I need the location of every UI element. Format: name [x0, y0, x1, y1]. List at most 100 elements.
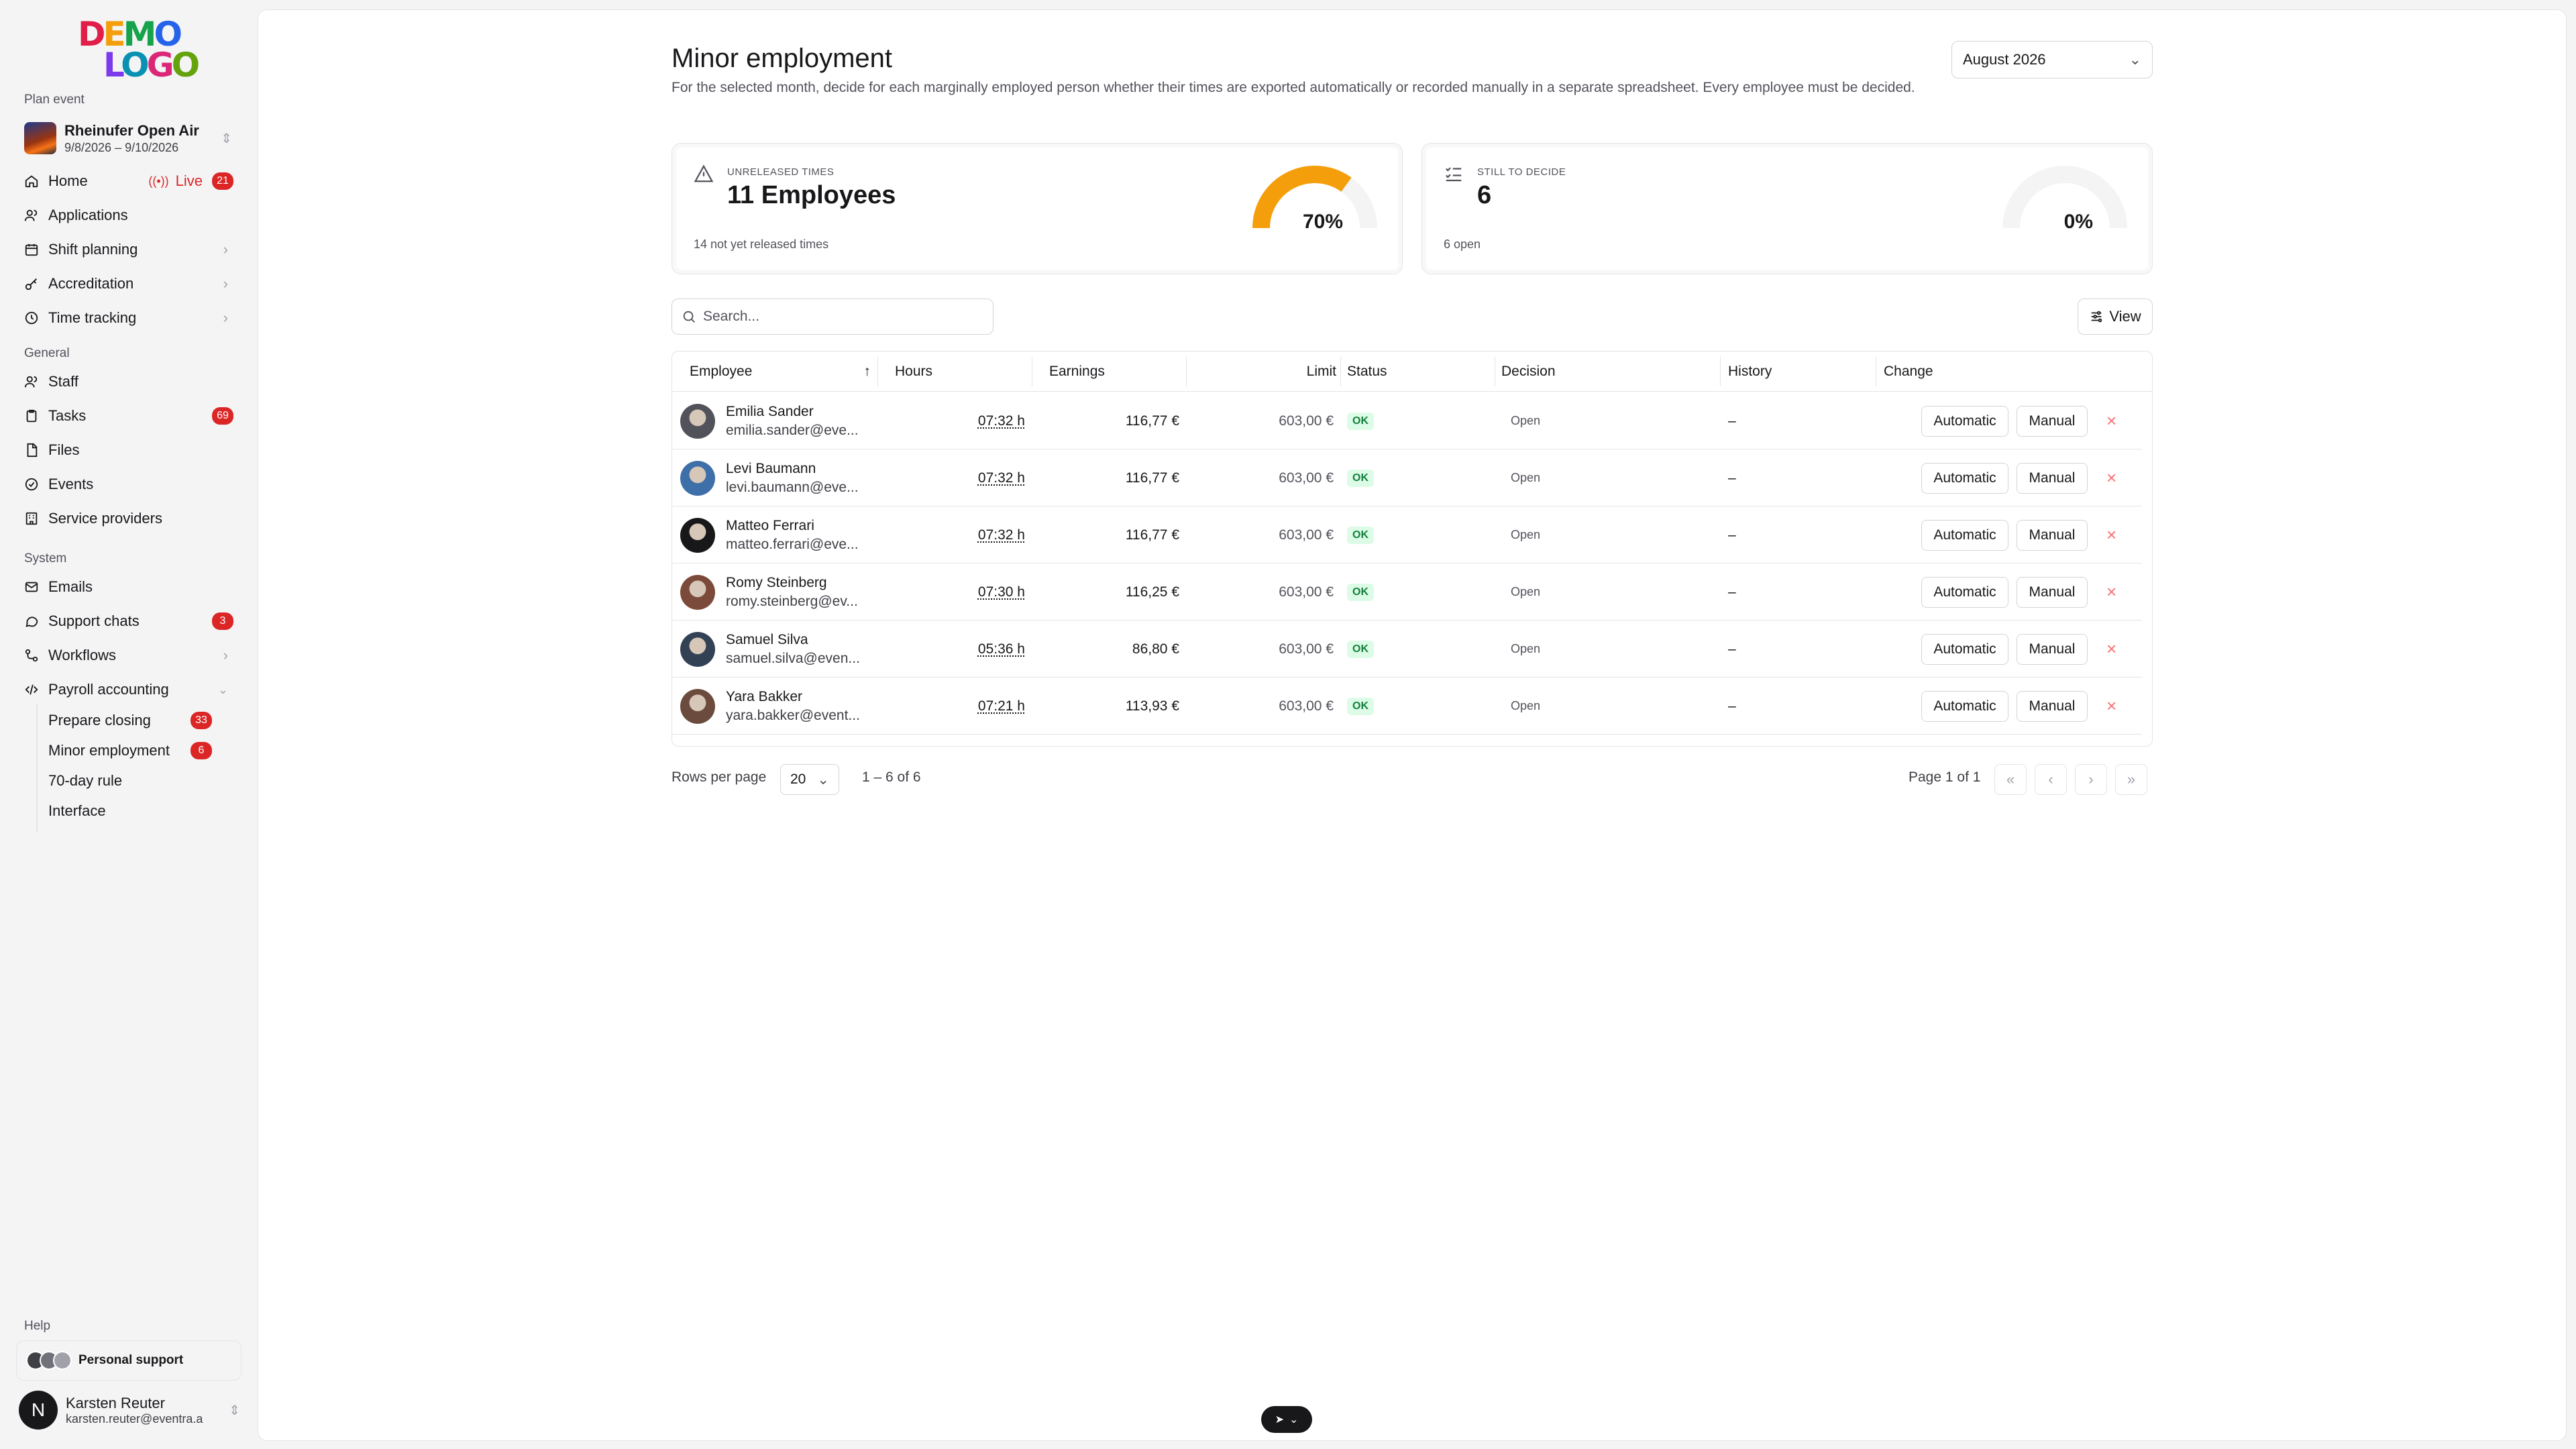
hours-cell[interactable]: 07:30 h [914, 564, 1025, 621]
last-page-button[interactable]: » [2115, 764, 2147, 795]
sidebar-item-applications[interactable]: Applications [24, 201, 233, 230]
employee-cell[interactable]: Levi Baumann levi.baumann@eve... [680, 449, 865, 506]
change-cell: Automatic Manual × [1921, 392, 2116, 449]
hours-cell[interactable]: 07:32 h [914, 392, 1025, 449]
close-icon[interactable]: × [2106, 468, 2116, 488]
sidebar-item-service-providers[interactable]: Service providers [24, 504, 233, 533]
sidebar-subitem-minor-employment[interactable]: Minor employment 6 [48, 737, 212, 765]
header-limit[interactable]: Limit [1287, 352, 1336, 392]
sidebar-item-workflows[interactable]: Workflows › [24, 641, 233, 670]
hours-cell[interactable]: 05:36 h [914, 621, 1025, 678]
status-badge: OK [1347, 583, 1374, 601]
system-label: System [24, 551, 67, 566]
hours-cell[interactable]: 07:32 h [914, 449, 1025, 506]
manual-button[interactable]: Manual [2017, 519, 2088, 551]
header-decision[interactable]: Decision [1501, 352, 1556, 392]
avatar [680, 631, 715, 667]
sidebar-item-emails[interactable]: Emails [24, 572, 233, 602]
hours-cell[interactable]: 07:21 h [914, 678, 1025, 735]
search-box[interactable]: Search... [672, 299, 994, 335]
sidebar-item-time-tracking[interactable]: Time tracking › [24, 303, 233, 333]
automatic-button[interactable]: Automatic [1921, 690, 2008, 722]
home-icon [24, 174, 39, 189]
employee-cell[interactable]: Yara Bakker yara.bakker@event... [680, 678, 865, 735]
previous-page-button[interactable]: ‹ [2035, 764, 2067, 795]
sidebar-item-payroll-accounting[interactable]: Payroll accounting ⌄ [24, 675, 233, 704]
manual-button[interactable]: Manual [2017, 405, 2088, 437]
manual-button[interactable]: Manual [2017, 633, 2088, 665]
header-change[interactable]: Change [1884, 352, 1933, 392]
sidebar-item-home[interactable]: Home ((•)) Live 21 [24, 166, 233, 196]
event-switcher[interactable]: Rheinufer Open Air 9/8/2026 – 9/10/2026 … [24, 119, 232, 157]
header-status[interactable]: Status [1347, 352, 1387, 392]
hours-cell[interactable]: 07:32 h [914, 506, 1025, 564]
close-icon[interactable]: × [2106, 582, 2116, 602]
hours-value[interactable]: 07:32 h [978, 527, 1025, 543]
sidebar-item-label: Events [48, 476, 94, 492]
employee-cell[interactable]: Emilia Sander emilia.sander@eve... [680, 392, 865, 449]
view-button[interactable]: View [2078, 299, 2153, 335]
header-hours[interactable]: Hours [895, 352, 932, 392]
sidebar-subitem-prepare-closing[interactable]: Prepare closing 33 [48, 706, 212, 735]
header-label: Change [1884, 364, 1933, 379]
sidebar-item-staff[interactable]: Staff [24, 367, 233, 396]
manual-button[interactable]: Manual [2017, 576, 2088, 608]
sidebar-item-files[interactable]: Files [24, 435, 233, 465]
manual-button[interactable]: Manual [2017, 462, 2088, 494]
limit-value: 603,00 € [1279, 470, 1334, 486]
badge-icon [24, 477, 39, 492]
earnings-value: 116,25 € [1125, 584, 1179, 600]
automatic-button[interactable]: Automatic [1921, 405, 2008, 437]
earnings-value: 116,77 € [1125, 527, 1179, 543]
automatic-button[interactable]: Automatic [1921, 633, 2008, 665]
header-employee[interactable]: Employee ↑ [690, 352, 871, 392]
sidebar-subitem-70-day-rule[interactable]: 70-day rule [48, 767, 212, 795]
sidebar-item-accreditation[interactable]: Accreditation › [24, 269, 233, 299]
history-cell: – [1728, 506, 1736, 564]
employee-cell[interactable]: Romy Steinberg romy.steinberg@ev... [680, 564, 865, 621]
limit-cell: 603,00 € [1229, 506, 1334, 564]
manual-button[interactable]: Manual [2017, 690, 2088, 722]
close-icon[interactable]: × [2106, 411, 2116, 431]
personal-support-button[interactable]: Personal support [16, 1340, 241, 1381]
employee-name: Matteo Ferrari [726, 517, 814, 533]
sidebar-item-events[interactable]: Events [24, 470, 233, 499]
hours-value[interactable]: 07:21 h [978, 698, 1025, 714]
hours-value[interactable]: 07:32 h [978, 470, 1025, 486]
rows-per-page-select[interactable]: 20 ⌄ [780, 764, 839, 795]
header-earnings[interactable]: Earnings [1049, 352, 1105, 392]
brand-logo[interactable]: DEMO LOGO [78, 17, 200, 83]
history-value: – [1728, 470, 1736, 486]
limit-cell: 603,00 € [1229, 449, 1334, 506]
feedback-button[interactable]: ➤ ⌄ [1261, 1406, 1312, 1433]
history-value: – [1728, 527, 1736, 543]
hours-value[interactable]: 07:30 h [978, 584, 1025, 600]
month-select[interactable]: August 2026 ⌄ [1951, 41, 2153, 78]
hours-value[interactable]: 07:32 h [978, 413, 1025, 429]
close-icon[interactable]: × [2106, 696, 2116, 716]
sidebar-item-shift-planning[interactable]: Shift planning › [24, 235, 233, 264]
automatic-button[interactable]: Automatic [1921, 519, 2008, 551]
automatic-button[interactable]: Automatic [1921, 462, 2008, 494]
sidebar-item-support-chats[interactable]: Support chats 3 [24, 606, 233, 636]
user-menu[interactable]: N Karsten Reuter karsten.reuter@eventra.… [19, 1390, 240, 1430]
sidebar-item-tasks[interactable]: Tasks 69 [24, 401, 233, 431]
employee-cell[interactable]: Samuel Silva samuel.silva@even... [680, 621, 865, 678]
hours-value[interactable]: 05:36 h [978, 641, 1025, 657]
automatic-button[interactable]: Automatic [1921, 576, 2008, 608]
employee-cell[interactable]: Matteo Ferrari matteo.ferrari@eve... [680, 506, 865, 564]
broadcast-icon: ((•)) [148, 174, 169, 188]
first-page-button[interactable]: « [1994, 764, 2027, 795]
prepare-closing-badge: 33 [191, 712, 212, 729]
sidebar-subitem-interface[interactable]: Interface [48, 797, 212, 825]
sidebar-item-label: Applications [48, 207, 128, 223]
header-history[interactable]: History [1728, 352, 1772, 392]
search-input[interactable]: Search... [703, 309, 759, 325]
table-row: Samuel Silva samuel.silva@even... 05:36 … [672, 621, 2141, 678]
next-page-button[interactable]: › [2075, 764, 2107, 795]
sidebar-item-label: Time tracking [48, 309, 137, 326]
event-dates: 9/8/2026 – 9/10/2026 [64, 140, 179, 154]
close-icon[interactable]: × [2106, 639, 2116, 659]
close-icon[interactable]: × [2106, 525, 2116, 545]
status-cell: OK [1347, 621, 1374, 678]
